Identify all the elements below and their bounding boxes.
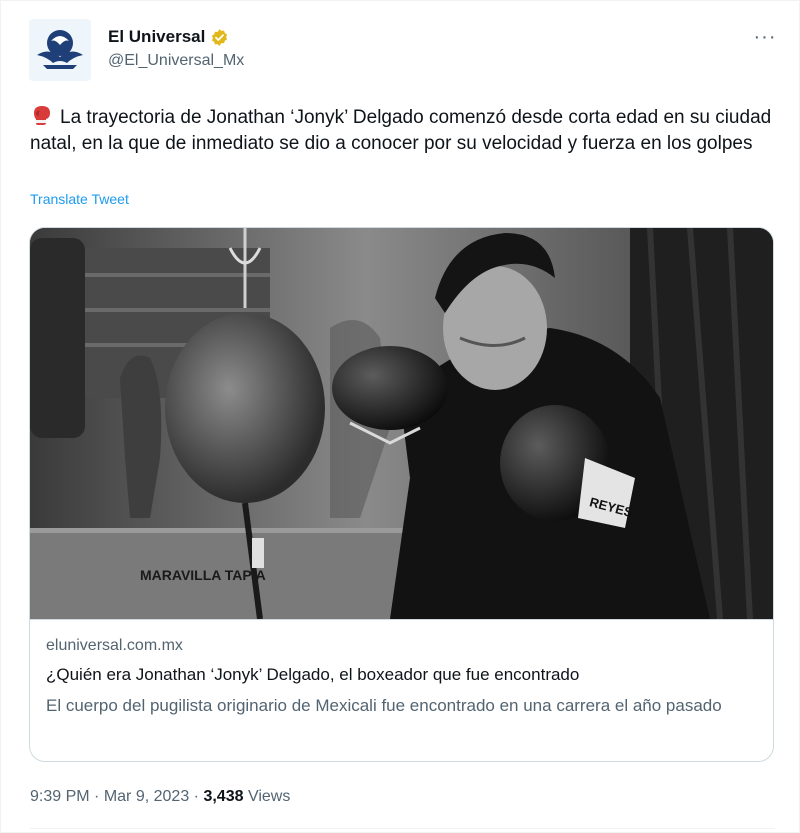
more-options-button[interactable]: ···: [748, 20, 782, 54]
divider: [30, 828, 775, 829]
views-label: Views: [247, 788, 291, 805]
tweet-meta: 9:39 PM · Mar 9, 2023 · 3,438 Views: [30, 788, 290, 806]
tweet-body: La trayectoria de Jonathan ‘Jonyk’ Delga…: [30, 107, 772, 154]
card-domain: eluniversal.com.mx: [46, 637, 183, 654]
card-title: ¿Quién era Jonathan ‘Jonyk’ Delgado, el …: [46, 665, 580, 684]
wall-sign-text: MARAVILLA TAPIA: [140, 567, 266, 583]
author-name-row[interactable]: El Universal: [108, 25, 229, 49]
link-card[interactable]: MARAVILLA TAPIA REYES eluniversal.com.mx…: [29, 227, 774, 762]
avatar[interactable]: [29, 19, 91, 81]
boxing-glove-icon: [34, 106, 50, 125]
translate-tweet-link[interactable]: Translate Tweet: [30, 191, 129, 207]
tweet-date[interactable]: Mar 9, 2023: [104, 788, 189, 805]
author-display-name[interactable]: El Universal: [108, 27, 205, 47]
card-description: El cuerpo del pugilista originario de Me…: [46, 696, 722, 715]
verified-badge-icon: [212, 28, 228, 46]
author-handle[interactable]: @El_Universal_Mx: [108, 52, 244, 70]
el-universal-logo-icon: [29, 19, 91, 81]
tweet-time[interactable]: 9:39 PM: [30, 788, 90, 805]
tweet-text: La trayectoria de Jonathan ‘Jonyk’ Delga…: [30, 104, 775, 157]
views-count: 3,438: [203, 788, 244, 805]
more-icon: ···: [753, 25, 777, 48]
boxer-photo: MARAVILLA TAPIA REYES: [30, 228, 773, 620]
card-image[interactable]: MARAVILLA TAPIA REYES: [30, 228, 773, 620]
meta-separator: ·: [193, 788, 199, 805]
meta-separator: ·: [94, 788, 100, 805]
